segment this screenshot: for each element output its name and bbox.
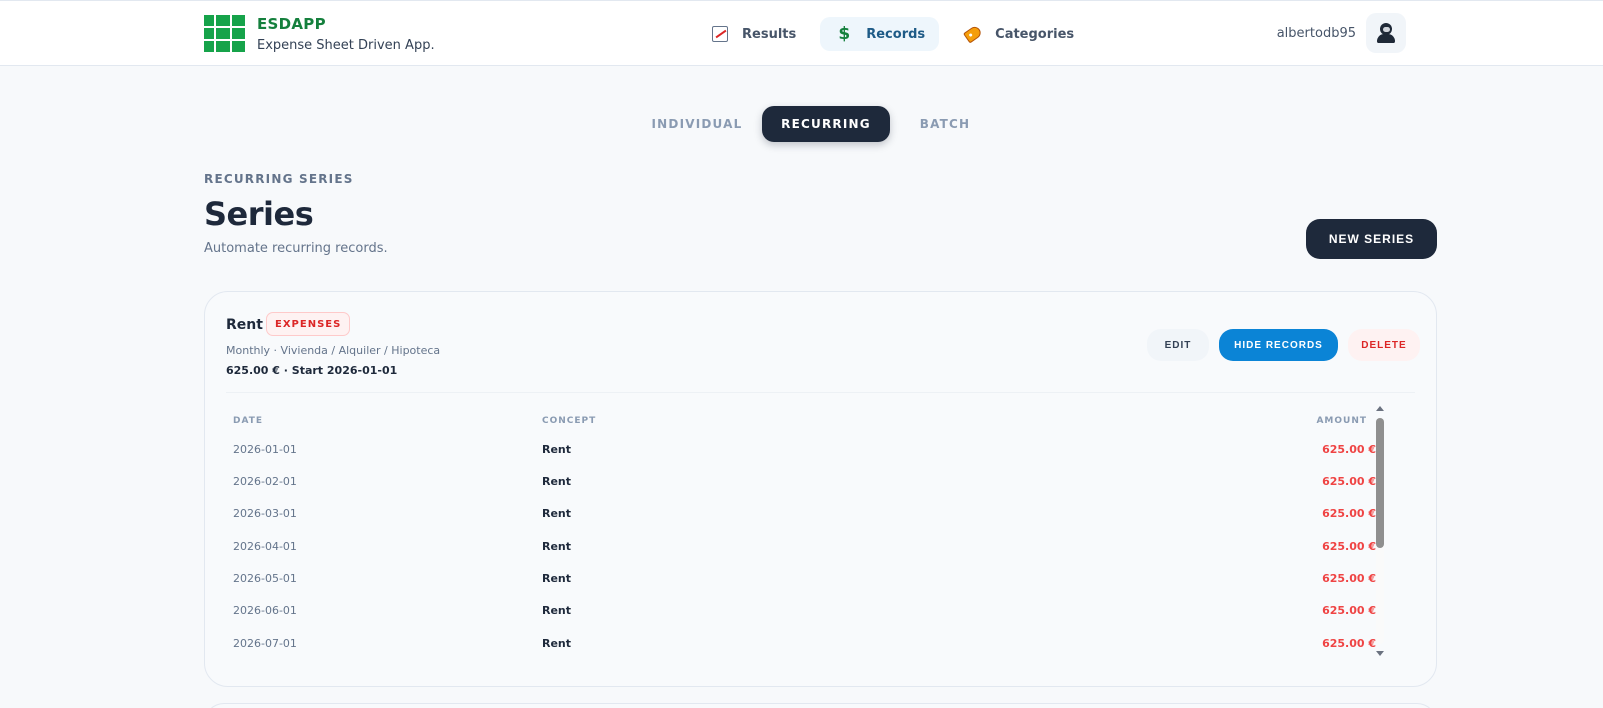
record-concept: Rent [542, 540, 572, 553]
table-row: 2026-07-01 Rent 625.00 € [226, 637, 1376, 669]
nav-item-categories[interactable]: Categories [949, 17, 1088, 51]
new-series-button[interactable]: NEW SERIES [1306, 219, 1437, 259]
nav-item-label: Results [742, 26, 797, 42]
records-table: DATE CONCEPT AMOUNT 2026-01-01 Rent 625.… [226, 402, 1398, 670]
series-meta: Monthly · Vivienda / Alquiler / Hipoteca [226, 344, 441, 357]
records-scrollbar[interactable] [1374, 406, 1386, 656]
username: albertodb95 [1276, 25, 1356, 41]
tab-recurring[interactable]: RECURRING [762, 106, 890, 142]
record-date: 2026-06-01 [233, 604, 297, 617]
tab-batch[interactable]: BATCH [902, 106, 988, 142]
column-header-concept: CONCEPT [542, 416, 597, 426]
table-row: 2026-05-01 Rent 625.00 € [226, 572, 1376, 604]
tab-individual[interactable]: INDIVIDUAL [644, 106, 750, 142]
record-concept: Rent [542, 507, 572, 520]
brand-name: ESDAPP [257, 15, 326, 33]
tag-icon [963, 24, 984, 44]
record-date: 2026-05-01 [233, 572, 297, 585]
table-row: 2026-01-01 Rent 625.00 € [226, 443, 1376, 475]
avatar[interactable] [1366, 13, 1406, 53]
spreadsheet-logo-icon [204, 15, 245, 54]
record-concept: Rent [542, 572, 572, 585]
category-type-badge: EXPENSES [266, 312, 351, 336]
section-eyebrow: RECURRING SERIES [204, 172, 354, 186]
record-amount: 625.00 € [1322, 507, 1376, 520]
record-concept: Rent [542, 637, 572, 650]
edit-button[interactable]: EDIT [1147, 329, 1209, 361]
record-concept: Rent [542, 475, 572, 488]
record-concept: Rent [542, 443, 572, 456]
series-actions: EDIT HIDE RECORDS DELETE [1147, 329, 1420, 361]
table-row: 2026-04-01 Rent 625.00 € [226, 540, 1376, 572]
brand[interactable]: ESDAPP Expense Sheet Driven App. [204, 15, 435, 55]
nav-item-label: Categories [995, 26, 1075, 42]
series-card: Rent EXPENSES Monthly · Vivienda / Alqui… [204, 291, 1437, 687]
hide-records-button[interactable]: HIDE RECORDS [1219, 329, 1338, 361]
next-series-card [204, 703, 1437, 708]
nav-item-label: Records [866, 26, 926, 42]
column-header-amount: AMOUNT [1316, 416, 1367, 426]
column-header-date: DATE [233, 416, 264, 426]
user-avatar-icon [1376, 22, 1396, 44]
page-subtitle: Automate recurring records. [204, 241, 388, 256]
series-amount-start: 625.00 € · Start 2026-01-01 [226, 364, 398, 377]
main-nav: Results $ Records Categories [696, 17, 1088, 51]
chart-icon [710, 24, 730, 44]
record-date: 2026-07-01 [233, 637, 297, 650]
brand-text: ESDAPP Expense Sheet Driven App. [257, 15, 435, 54]
nav-item-records[interactable]: $ Records [820, 17, 940, 51]
nav-item-results[interactable]: Results [696, 17, 810, 51]
brand-subtitle: Expense Sheet Driven App. [257, 38, 435, 53]
scroll-track[interactable] [1376, 418, 1384, 644]
record-amount: 625.00 € [1322, 540, 1376, 553]
dollar-icon: $ [838, 24, 851, 44]
record-amount: 625.00 € [1322, 475, 1376, 488]
record-concept: Rent [542, 604, 572, 617]
record-date: 2026-02-01 [233, 475, 297, 488]
scroll-down-arrow-icon[interactable] [1376, 651, 1384, 656]
page-title: Series [204, 195, 314, 233]
record-date: 2026-04-01 [233, 540, 297, 553]
record-date: 2026-01-01 [233, 443, 297, 456]
record-amount: 625.00 € [1322, 637, 1376, 650]
table-row: 2026-03-01 Rent 625.00 € [226, 507, 1376, 539]
divider [226, 392, 1415, 393]
record-date: 2026-03-01 [233, 507, 297, 520]
record-amount: 625.00 € [1322, 443, 1376, 456]
delete-button[interactable]: DELETE [1348, 329, 1420, 361]
record-type-tabs: INDIVIDUAL RECURRING BATCH [644, 106, 988, 142]
table-row: 2026-06-01 Rent 625.00 € [226, 604, 1376, 636]
record-amount: 625.00 € [1322, 604, 1376, 617]
scroll-up-arrow-icon[interactable] [1376, 406, 1384, 411]
user-menu[interactable]: albertodb95 [1277, 13, 1406, 53]
scroll-thumb[interactable] [1376, 418, 1384, 548]
series-name: Rent [226, 317, 263, 333]
top-navigation-bar: ESDAPP Expense Sheet Driven App. Results… [0, 0, 1603, 66]
table-row: 2026-02-01 Rent 625.00 € [226, 475, 1376, 507]
record-amount: 625.00 € [1322, 572, 1376, 585]
